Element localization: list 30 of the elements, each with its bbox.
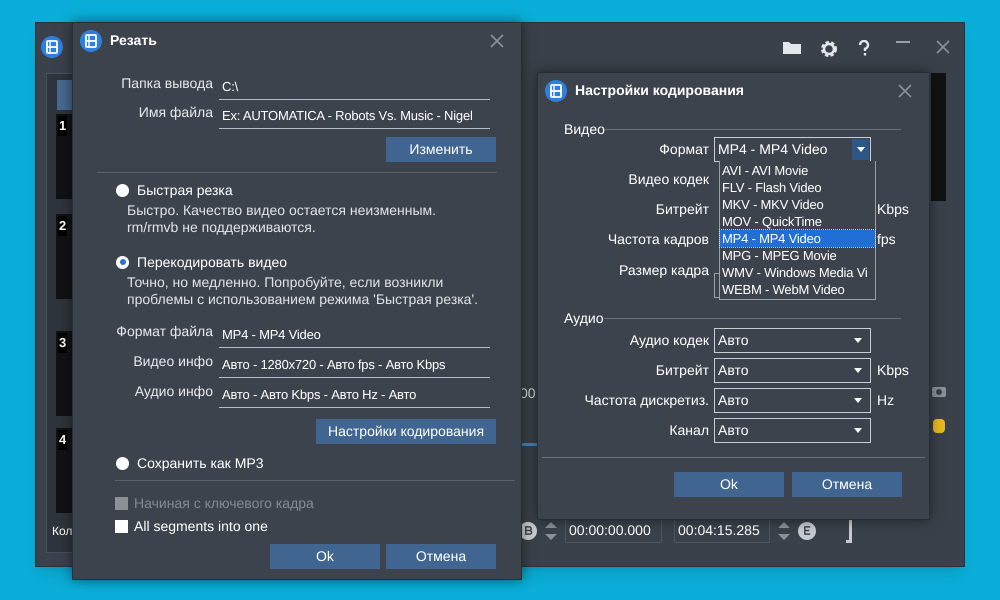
unit-label: Kbps (876, 360, 909, 380)
unit-label: fps (876, 230, 896, 249)
option-description: Точно, но медленно. Попробуйте, если возникли проблемы с использованием режима 'Быстрая резка'. (126, 274, 480, 308)
field-label: Папка вывода (120, 74, 214, 93)
dialog-title: Резать (110, 31, 157, 50)
field-label: Аудио инфо (134, 382, 214, 401)
dialog-title: Настройки кодирования (575, 81, 744, 100)
unit-label: Kbps (876, 200, 909, 219)
field-label: Видео кодек (627, 170, 710, 189)
option-description: Быстро. Качество видео остается неизменным. rm/rmvb не поддерживаются. (126, 202, 438, 236)
field-label: Формат (658, 140, 710, 159)
checkbox-label: Начиная с ключевого кадра (134, 494, 314, 513)
field-label: Битрейт (654, 200, 710, 219)
field-label: Канал (668, 420, 710, 440)
field-label: Размер кадра (618, 261, 710, 280)
count-label: Кол (52, 523, 72, 540)
thumbnail-number: 2 (58, 216, 68, 236)
field-label: Формат файла (115, 322, 214, 341)
field-label: Аудио кодек (628, 330, 710, 350)
section-label: Аудио (564, 309, 604, 328)
field-label: Частота кадров (606, 230, 710, 249)
thumbnail-number: 3 (58, 333, 68, 352)
field-label: Битрейт (654, 360, 710, 380)
field-label: Частота дискретиз. (583, 390, 710, 410)
thumbnail-number: 4 (58, 430, 68, 450)
thumbnail-number: 1 (58, 116, 68, 136)
field-label: Видео инфо (132, 352, 214, 371)
field-label: Имя файла (138, 103, 214, 122)
section-label: Видео (564, 120, 605, 139)
unit-label: Hz (876, 390, 894, 410)
